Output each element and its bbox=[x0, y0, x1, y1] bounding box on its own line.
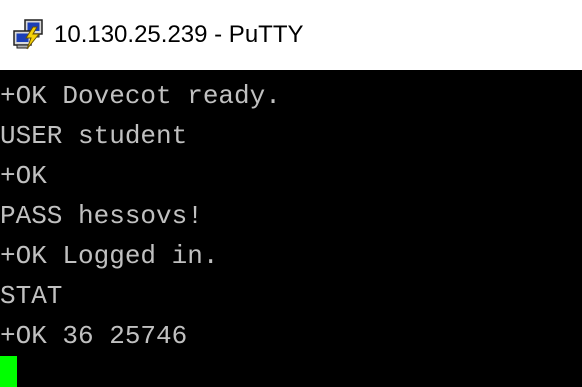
putty-icon bbox=[12, 18, 46, 52]
terminal-line: +OK bbox=[0, 161, 47, 191]
terminal-line: +OK 36 25746 bbox=[0, 321, 188, 351]
terminal-cursor bbox=[0, 356, 17, 387]
terminal-line: +OK Dovecot ready. bbox=[0, 81, 281, 111]
window-title: 10.130.25.239 - PuTTY bbox=[54, 21, 304, 48]
terminal-line: STAT bbox=[0, 281, 63, 311]
terminal-line: PASS hessovs! bbox=[0, 201, 203, 231]
terminal-line: +OK Logged in. bbox=[0, 241, 219, 271]
title-bar[interactable]: 10.130.25.239 - PuTTY bbox=[0, 0, 582, 70]
terminal-area[interactable]: +OK Dovecot ready. USER student +OK PASS… bbox=[0, 70, 582, 387]
terminal-line: USER student bbox=[0, 121, 188, 151]
putty-window: 10.130.25.239 - PuTTY +OK Dovecot ready.… bbox=[0, 0, 582, 387]
